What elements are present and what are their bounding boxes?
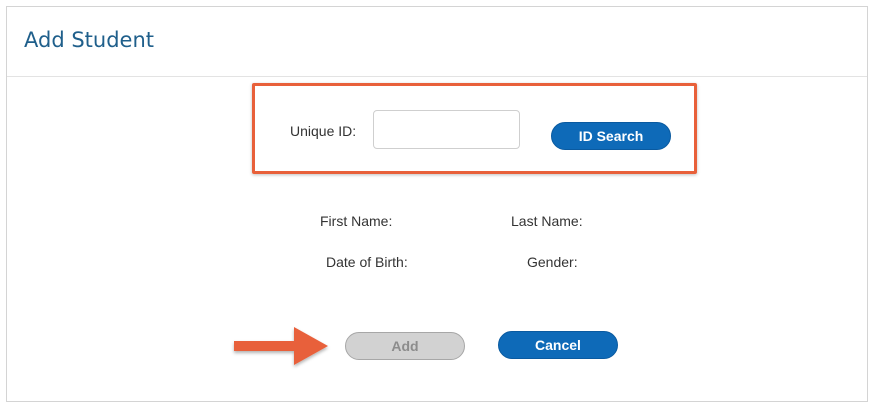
unique-id-input[interactable] [373, 110, 520, 149]
id-search-button[interactable]: ID Search [551, 122, 671, 150]
last-name-label: Last Name: [511, 213, 583, 229]
add-button[interactable]: Add [345, 332, 465, 360]
first-name-label: First Name: [320, 213, 393, 229]
dialog-title: Add Student [24, 28, 154, 52]
arrow-right-icon [234, 327, 328, 365]
gender-label: Gender: [527, 254, 578, 270]
cancel-button[interactable]: Cancel [498, 331, 618, 359]
dialog-header: Add Student [7, 7, 867, 77]
date-of-birth-label: Date of Birth: [326, 254, 408, 270]
unique-id-label: Unique ID: [290, 123, 357, 139]
